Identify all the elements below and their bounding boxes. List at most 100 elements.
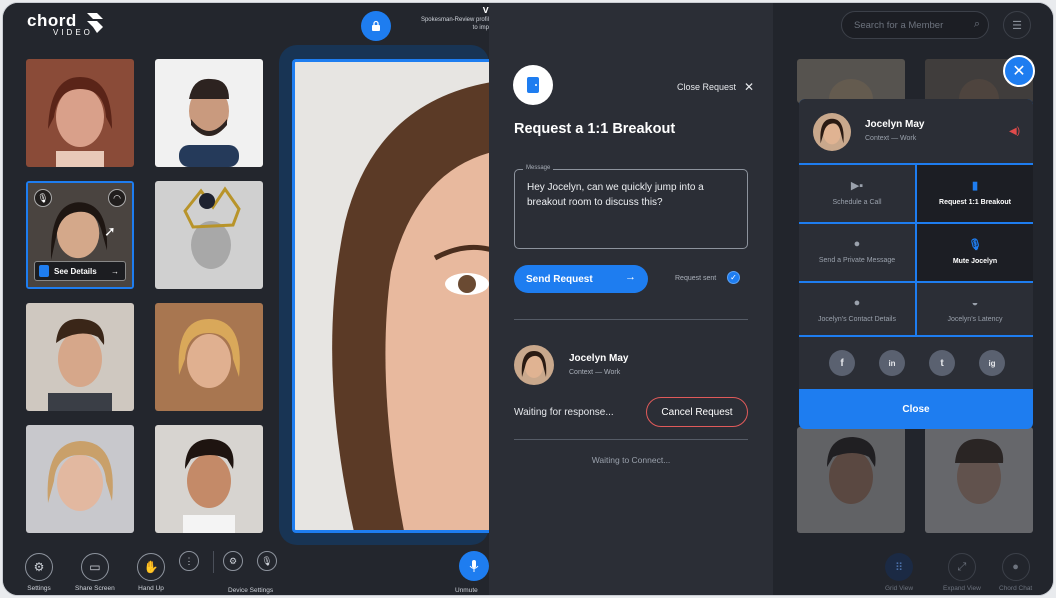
member-card-header: Jocelyn May Context — Work ◀): [799, 99, 1033, 163]
expand-view-button[interactable]: ⤢ Expand View: [943, 553, 981, 592]
participant-tile[interactable]: [155, 59, 263, 167]
member-tile[interactable]: [797, 59, 905, 103]
app-window: chord VIDEO V Spokesman-Review profil to…: [2, 2, 1054, 596]
participant-image: [155, 59, 263, 167]
door-icon: ▮: [971, 180, 979, 192]
participant-image: [26, 303, 134, 411]
session-title: V: [482, 7, 489, 16]
gear-icon: ⚙: [25, 553, 53, 581]
member-menu-button[interactable]: ☰: [1003, 11, 1031, 39]
cursor-icon: ➚: [104, 223, 116, 239]
participant-tile[interactable]: [26, 59, 134, 167]
mic-icon: 🎙: [34, 189, 52, 207]
chord-chat-button[interactable]: ● Chord Chat: [999, 553, 1032, 592]
panel-title: Request a 1:1 Breakout: [514, 121, 676, 137]
cancel-request-button[interactable]: Cancel Request: [646, 397, 748, 427]
lock-icon: [372, 20, 380, 31]
camera-settings-button[interactable]: ⚙: [223, 551, 243, 575]
participant-image: [155, 303, 263, 411]
send-request-button[interactable]: Send Request →: [514, 265, 648, 293]
send-request-label: Send Request: [526, 273, 593, 285]
participant-tile[interactable]: [26, 425, 134, 533]
member-context: Context — Work: [865, 135, 917, 142]
participant-image: [155, 181, 263, 289]
speaker-icon: ◀): [1009, 126, 1021, 137]
hand-up-button[interactable]: ✋ Hand Up: [137, 553, 165, 592]
more-button[interactable]: ⋮: [179, 551, 199, 575]
latency-option[interactable]: ◒ Jocelyn's Latency: [917, 283, 1033, 335]
participant-tile[interactable]: [155, 303, 263, 411]
message-field[interactable]: Message Hey Jocelyn, can we quickly jump…: [514, 165, 748, 249]
see-details-button[interactable]: See Details →: [34, 261, 126, 281]
unmute-label: Unmute: [455, 587, 478, 594]
person-name: Jocelyn May: [569, 353, 629, 364]
facebook-icon[interactable]: f: [829, 350, 855, 376]
active-speaker-video: [292, 59, 489, 533]
private-message-option[interactable]: ● Send a Private Message: [799, 224, 915, 281]
share-screen-label: Share Screen: [75, 585, 115, 592]
participant-image: [155, 425, 263, 533]
video-camera-icon: ▶▪: [850, 180, 864, 192]
unmute-button[interactable]: [459, 551, 489, 581]
social-links: f in t ig: [799, 337, 1033, 389]
arrow-right-icon: →: [625, 271, 636, 283]
linkedin-icon[interactable]: in: [879, 350, 905, 376]
see-details-label: See Details: [54, 266, 97, 276]
option-label: Jocelyn's Contact Details: [818, 316, 896, 323]
hand-icon: ✋: [137, 553, 165, 581]
member-name: Jocelyn May: [865, 119, 925, 130]
mic-settings-button[interactable]: 🎙: [257, 551, 277, 575]
chord-logo: chord VIDEO: [27, 11, 103, 37]
grid-view-button[interactable]: ⠿ Grid View: [885, 553, 913, 592]
lock-button[interactable]: [361, 11, 391, 41]
schedule-call-option[interactable]: ▶▪ Schedule a Call: [799, 165, 915, 222]
message-label: Message: [523, 165, 554, 171]
more-dots-icon: ⋮: [179, 551, 199, 571]
search-input[interactable]: Search for a Member ⌕: [841, 11, 989, 39]
participant-tile[interactable]: [155, 181, 263, 289]
arrow-right-icon: →: [111, 266, 119, 276]
participant-tile[interactable]: [155, 425, 263, 533]
waiting-status: Waiting for response...: [514, 407, 614, 418]
session-subtitle-2: to imp: [472, 25, 489, 31]
close-request-button[interactable]: Close Request ✕: [677, 80, 754, 94]
signal-icon: ◠: [108, 189, 126, 207]
close-card-button[interactable]: Close: [799, 389, 1033, 429]
settings-button[interactable]: ⚙ Settings: [25, 553, 53, 592]
member-card: Jocelyn May Context — Work ◀) ▶▪ Schedule…: [799, 99, 1033, 429]
person-context: Context — Work: [569, 369, 621, 376]
contact-details-option[interactable]: ● Jocelyn's Contact Details: [799, 283, 915, 335]
request-breakout-option[interactable]: ▮ Request 1:1 Breakout: [917, 165, 1033, 222]
mic-off-icon: 🎙: [968, 239, 982, 251]
request-sent-label: Request sent: [675, 275, 717, 282]
participant-tile[interactable]: [26, 303, 134, 411]
member-tile[interactable]: [925, 427, 1033, 533]
expand-icon: ⤢: [947, 553, 976, 581]
mute-member-option[interactable]: 🎙 Mute Jocelyn: [917, 224, 1033, 281]
person-icon: ●: [853, 297, 861, 309]
divider: [213, 551, 214, 573]
close-panel-button[interactable]: ✕: [1003, 55, 1035, 87]
gauge-icon: ◒: [971, 297, 979, 309]
option-label: Jocelyn's Latency: [947, 316, 1003, 323]
session-info: V Spokesman-Review profil to imp: [403, 7, 489, 32]
message-text: Hey Jocelyn, can we quickly jump into a …: [527, 182, 704, 208]
expand-view-label: Expand View: [943, 585, 981, 592]
search-placeholder: Search for a Member: [854, 19, 944, 31]
close-request-label: Close Request: [677, 82, 737, 92]
hand-up-label: Hand Up: [138, 585, 164, 592]
member-tile[interactable]: [797, 427, 905, 533]
breakout-request-panel: Close Request ✕ Request a 1:1 Breakout M…: [489, 3, 773, 595]
divider: [514, 439, 748, 440]
member-panel: Search for a Member ⌕ ☰ ✕ Jocelyn May Co…: [773, 3, 1053, 595]
grid-view-label: Grid View: [885, 585, 914, 592]
participant-image: [26, 59, 134, 167]
share-screen-button[interactable]: ▭ Share Screen: [75, 553, 115, 592]
option-label: Schedule a Call: [832, 199, 882, 206]
camera-settings-icon: ⚙: [223, 551, 243, 571]
instagram-icon[interactable]: ig: [979, 350, 1005, 376]
grid-icon: ⠿: [885, 553, 914, 581]
participant-tile-selected[interactable]: 🎙 ◠ See Details → ➚: [26, 181, 134, 289]
settings-label: Settings: [27, 585, 51, 592]
twitter-icon[interactable]: t: [929, 350, 955, 376]
